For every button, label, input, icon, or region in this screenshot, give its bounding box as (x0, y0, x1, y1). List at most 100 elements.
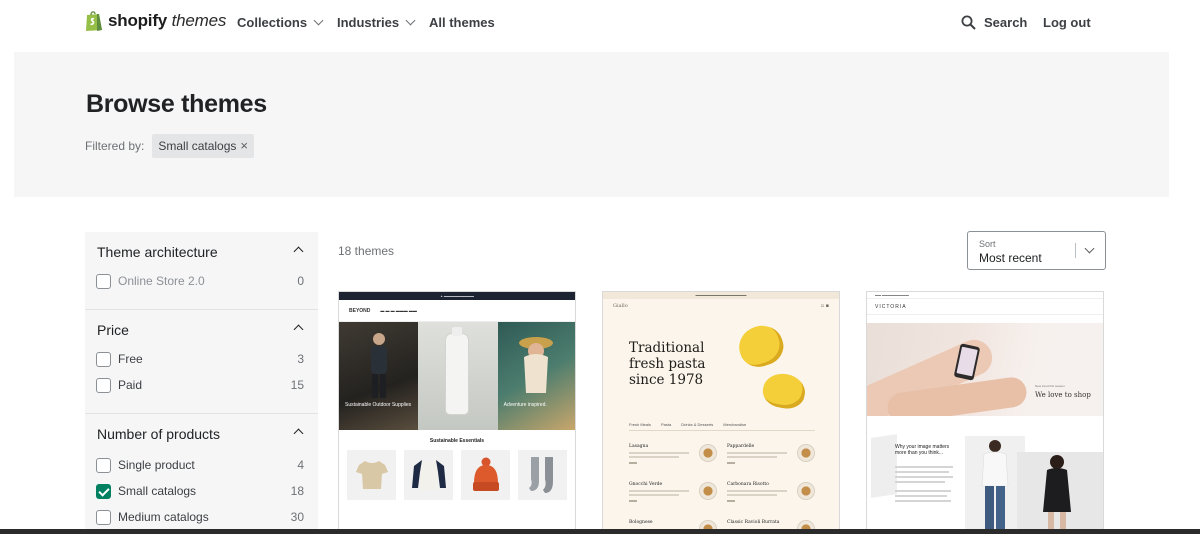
filter-option-label: Free (118, 352, 143, 366)
filter-option-small-catalogs[interactable]: Small catalogs 18 (85, 478, 318, 504)
beanie-icon (472, 457, 499, 491)
theme-preview-products (339, 444, 575, 506)
nav-collections-label: Collections (237, 15, 308, 30)
filter-group-number-of-products: Number of products Single product 4 Smal… (85, 414, 318, 530)
product-tshirt (347, 450, 396, 500)
product-raglan (404, 450, 453, 500)
search-icon (961, 15, 976, 30)
filter-option-online-store-2[interactable]: Online Store 2.0 0 (85, 268, 318, 294)
shopify-bag-icon (86, 11, 102, 31)
filter-option-label: Small catalogs (118, 484, 197, 498)
headline-line: since 1978 (629, 372, 704, 388)
menu-tab: Drinks & Desserts (681, 422, 714, 427)
theme-preview-brand: VICTORIA (875, 303, 907, 310)
theme-card-victoria[interactable]: ▬▬ ▬▬▬▬▬▬▬▬▬ VICTORIA New trend this sea… (866, 291, 1104, 534)
theme-preview-hero: Sustainable Outdoor Supplies Adventure i… (339, 322, 575, 430)
sort-label: Sort (979, 239, 996, 249)
checkbox[interactable] (96, 509, 111, 525)
search-button[interactable]: Search (961, 15, 1027, 30)
logo-text: shopify themes (108, 11, 227, 30)
theme-preview-content: Why your image matters more than you thi… (867, 422, 1103, 533)
hero-kicker: New trend this season (1035, 384, 1065, 388)
cart-icon: ▫ ▪ (820, 303, 829, 309)
page-title: Browse themes (86, 90, 267, 118)
remove-filter-icon[interactable]: × (240, 139, 248, 152)
model-photo-panel (1017, 452, 1103, 533)
filter-group-header[interactable]: Price (85, 310, 318, 346)
filter-option-medium-catalogs[interactable]: Medium catalogs 30 (85, 504, 318, 530)
filter-option-single-product[interactable]: Single product 4 (85, 452, 318, 478)
filter-group-theme-architecture: Theme architecture Online Store 2.0 0 (85, 232, 318, 310)
menu-item: Gnocchi Verde (629, 482, 719, 508)
nav-all-themes[interactable]: All themes (429, 15, 495, 30)
hero-photo-hiker: Sustainable Outdoor Supplies (339, 322, 419, 430)
filter-group-title: Number of products (97, 426, 220, 442)
tshirt-icon (355, 461, 388, 489)
filter-group-header[interactable]: Theme architecture (85, 232, 318, 268)
hero-photo-woman: Adventure inspired. (497, 322, 575, 430)
decorative-box (871, 434, 897, 498)
headline-line: Traditional (629, 340, 705, 356)
menu-tab: Fresh Meals (629, 422, 652, 427)
filtered-by-label: Filtered by: (85, 139, 145, 153)
hiker-figure-icon (370, 333, 387, 399)
model-white-top-icon (981, 440, 1009, 530)
logout-link[interactable]: Log out (1043, 15, 1091, 30)
filter-option-count: 0 (297, 274, 304, 288)
filter-option-count: 15 (290, 378, 304, 392)
theme-preview-brand: Giallo (613, 303, 628, 309)
checkbox[interactable] (96, 377, 111, 393)
hero-heading: We love to shop (1035, 391, 1091, 399)
sort-value: Most recent (979, 251, 1042, 265)
theme-preview-announcement-bar: ▬▬▬▬▬▬▬▬▬▬▬▬▬▬▬▬▬ (603, 292, 839, 299)
section-heading: Why your image matters more than you thi… (895, 444, 950, 456)
chevron-up-icon (293, 324, 304, 335)
viewport-bottom-edge (0, 529, 1200, 534)
ravioli-image (733, 320, 789, 372)
menu-item: Carbonara Risotto (727, 482, 817, 508)
filter-chip-label: Small catalogs (158, 139, 237, 153)
filter-chip-small-catalogs[interactable]: Small catalogs × (152, 134, 254, 158)
theme-preview-nav-links: ▬ ▬ ▬ ▬▬▬ ▬▬ (380, 308, 417, 313)
filter-group-price: Price Free 3 Paid 15 (85, 310, 318, 414)
theme-card-beyond[interactable]: ▲ ▬▬▬▬▬▬▬▬▬▬ BEYOND ▬ ▬ ▬ ▬▬▬ ▬▬ Sustain… (338, 291, 576, 534)
nav-industries[interactable]: Industries (337, 15, 416, 30)
theme-preview-headline: Traditional fresh pasta since 1978 (629, 340, 705, 388)
dish-image (699, 444, 717, 462)
checkbox[interactable] (96, 457, 111, 473)
product-socks (518, 450, 567, 500)
theme-preview-nav: VICTORIA (867, 299, 1103, 315)
hero-caption: Sustainable Outdoor Supplies (345, 402, 412, 408)
hero-caption: Adventure inspired. (503, 402, 547, 408)
theme-preview-nav: Giallo ▫ ▪ (603, 299, 839, 313)
product-beanie (461, 450, 510, 500)
checkbox[interactable] (96, 351, 111, 367)
filter-option-count: 18 (290, 484, 304, 498)
filter-option-paid[interactable]: Paid 15 (85, 372, 318, 398)
ravioli-image (760, 370, 808, 412)
filter-option-label: Paid (118, 378, 143, 392)
menu-item: Lasagna (629, 444, 719, 470)
sort-divider (1075, 243, 1076, 258)
raglan-shirt-icon (411, 460, 446, 490)
hero-photo-bottle (418, 322, 498, 430)
filter-option-free[interactable]: Free 3 (85, 346, 318, 372)
sort-select[interactable]: Sort Most recent (967, 231, 1106, 270)
chevron-up-icon (293, 246, 304, 257)
shopify-themes-logo[interactable]: shopify themes (84, 10, 226, 32)
dish-image (797, 482, 815, 500)
menu-tab: Pasta (661, 422, 672, 427)
nav-collections[interactable]: Collections (237, 15, 324, 30)
filter-group-header[interactable]: Number of products (85, 414, 318, 452)
theme-preview-announcement-bar: ▲ ▬▬▬▬▬▬▬▬▬▬ (339, 292, 575, 300)
bottle-image (446, 327, 469, 414)
theme-card-giallo[interactable]: ▬▬▬▬▬▬▬▬▬▬▬▬▬▬▬▬▬ Giallo ▫ ▪ Traditional… (602, 291, 840, 534)
chevron-down-icon (405, 15, 416, 26)
checkbox[interactable] (96, 273, 111, 289)
menu-item: Pappardelle (727, 444, 817, 470)
checkbox-checked[interactable] (96, 483, 111, 499)
model-photo-panel (965, 436, 1025, 533)
filter-option-label: Medium catalogs (118, 510, 209, 524)
top-navigation: shopify themes Collections Industries Al… (0, 0, 1200, 46)
chevron-up-icon (293, 428, 304, 439)
